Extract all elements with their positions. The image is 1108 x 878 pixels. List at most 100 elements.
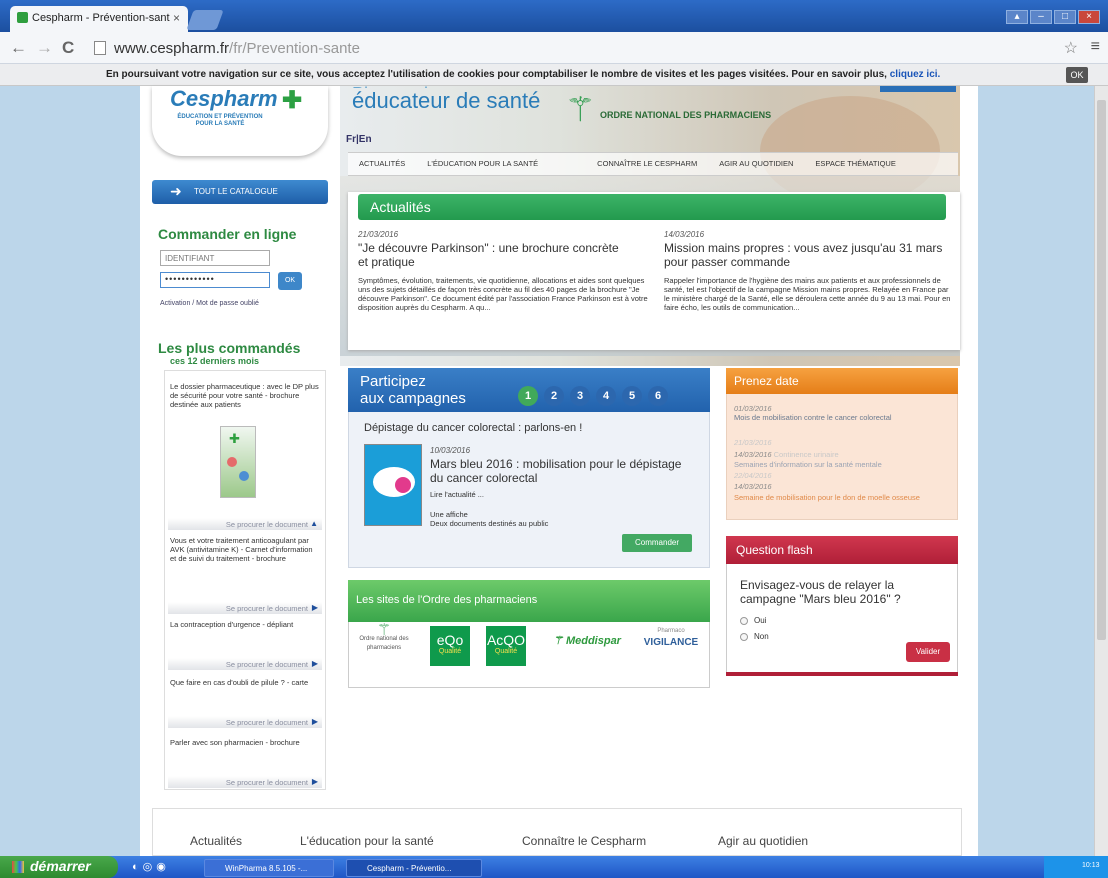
close-tab-icon[interactable]: × [173, 11, 180, 25]
start-button[interactable]: démarrer [0, 856, 118, 878]
taskbar-item-winpharma[interactable]: WinPharma 8.5.105 -... [204, 859, 334, 877]
news-date: 21/03/2016 [358, 230, 399, 239]
scrollbar-thumb[interactable] [1097, 100, 1106, 640]
quick-launch-icons[interactable]: ◐◎◉ [132, 860, 170, 873]
list-item[interactable]: Que faire en cas d'oubli de pilule ? - c… [170, 678, 320, 687]
logo-subtitle: ÉDUCATION ET PRÉVENTION POUR LA SANTÉ [177, 114, 263, 127]
footer-link-connaitre[interactable]: Connaître le Cespharm [522, 834, 718, 848]
campaign-read-link[interactable]: Lire l'actualité ... [430, 490, 484, 499]
events-title: Prenez date [726, 368, 958, 394]
user-icon[interactable]: ▴ [1006, 10, 1028, 24]
procure-link[interactable]: Se procurer le document ▲ [168, 518, 322, 530]
campaign-poster[interactable] [364, 444, 422, 526]
caduceus-icon: ⚚ [553, 635, 563, 647]
event-text[interactable]: Semaines d'information sur la santé ment… [734, 460, 950, 469]
hero-title-main: éducateur de santé [352, 88, 541, 113]
eqo-site-logo[interactable]: eQo Qualité [430, 626, 470, 666]
list-item[interactable]: Le dossier pharmaceutique : avec le DP p… [170, 382, 320, 409]
identifiant-input[interactable] [160, 250, 270, 266]
news-summary: Rappeler l'importance de l'hygiène des m… [664, 276, 951, 312]
language-switch[interactable]: Fr|En [346, 134, 372, 145]
list-item[interactable]: Parler avec son pharmacien - brochure [170, 738, 320, 747]
news-headline[interactable]: Mission mains propres : vous avez jusqu'… [664, 241, 950, 269]
footer-link-agir[interactable]: Agir au quotidien [718, 834, 808, 848]
chevron-right-icon: ▶ [311, 717, 318, 726]
event-date: 14/03/2016 Continence urinaire [734, 450, 839, 459]
login-ok-button[interactable]: OK [278, 272, 302, 290]
hero-title: Pharmacien éducateur de santé [352, 84, 572, 114]
event-text[interactable]: Semaine de mobilisation pour le don de m… [734, 493, 950, 502]
campaign-pager: 1 2 3 4 5 6 [518, 386, 668, 406]
cookie-link[interactable]: cliquez ici. [890, 69, 941, 80]
campaign-page-3[interactable]: 3 [570, 386, 590, 406]
event-date: 01/03/2016 [734, 404, 772, 413]
procure-link[interactable]: Se procurer le document ▶ [168, 658, 322, 670]
submit-button[interactable]: Valider [906, 642, 950, 662]
menu-icon[interactable]: ≡ [1091, 38, 1100, 56]
procure-link[interactable]: Se procurer le document ▶ [168, 776, 322, 788]
sites-title: Les sites de l'Ordre des pharmaciens [348, 580, 710, 622]
catalog-button[interactable]: ➜ TOUT LE CATALOGUE [152, 180, 328, 204]
cookie-ok-button[interactable]: OK [1066, 67, 1088, 83]
reload-icon[interactable]: C [62, 38, 74, 58]
vigilance-site-logo[interactable]: Pharmaco VIGILANCE [636, 626, 706, 648]
procure-link[interactable]: Se procurer le document ▶ [168, 716, 322, 728]
option-oui[interactable]: Oui [740, 616, 766, 625]
bookmark-star-icon[interactable]: ☆ [1064, 38, 1078, 58]
list-item[interactable]: Vous et votre traitement anticoagulant p… [170, 536, 320, 563]
procure-link[interactable]: Se procurer le document ▶ [168, 602, 322, 614]
event-text[interactable]: Mois de mobilisation contre le cancer co… [734, 413, 950, 422]
campaign-desc: Une affiche [430, 510, 468, 519]
window-controls: ▴ – □ × [1006, 10, 1100, 24]
list-item[interactable]: La contraception d'urgence - dépliant [170, 620, 320, 629]
acqo-site-logo[interactable]: AcQO Qualité [486, 626, 526, 666]
back-arrow-icon[interactable]: ← [10, 38, 27, 58]
top-accent-bar [880, 86, 956, 92]
event-date: 14/03/2016 [734, 482, 772, 491]
close-window-button[interactable]: × [1078, 10, 1100, 24]
address-bar[interactable]: www.cespharm.fr/fr/Prevention-sante [92, 36, 1050, 60]
arrow-icon: ➜ [170, 183, 182, 199]
minimize-button[interactable]: – [1030, 10, 1052, 24]
brochure-thumbnail[interactable]: ✚ [220, 426, 256, 498]
browser-tab[interactable]: Cespharm - Prévention-sant × [10, 6, 188, 32]
taskbar-item-browser[interactable]: Cespharm - Préventio... [346, 859, 482, 877]
order-title: Commander en ligne [158, 226, 297, 242]
option-non[interactable]: Non [740, 632, 769, 641]
campaign-page-4[interactable]: 4 [596, 386, 616, 406]
footer-link-education[interactable]: L'éducation pour la santé [300, 834, 522, 848]
cespharm-logo[interactable]: Cespharm ✚ ÉDUCATION ET PRÉVENTION POUR … [152, 86, 328, 156]
meddispar-site-logo[interactable]: ⚚ Meddispar [544, 634, 630, 647]
onp-label: ORDRE NATIONAL DES PHARMACIENS [600, 110, 772, 120]
campaign-page-6[interactable]: 6 [648, 386, 668, 406]
nav-item-actualites[interactable]: ACTUALITÉS [348, 153, 416, 175]
cross-icon: ✚ [229, 431, 240, 446]
campaign-page-5[interactable]: 5 [622, 386, 642, 406]
nav-item-espace[interactable]: ESPACE THÉMATIQUE [804, 153, 906, 175]
order-campaign-button[interactable]: Commander [622, 534, 692, 552]
campaign-page-2[interactable]: 2 [544, 386, 564, 406]
cookie-banner: En poursuivant votre navigation sur ce s… [0, 64, 1108, 86]
url-path: /fr/Prevention-sante [229, 40, 360, 57]
radio-button [740, 632, 748, 641]
activation-link[interactable]: Activation / Mot de passe oublié [160, 300, 259, 307]
chevron-right-icon: ▶ [311, 659, 318, 668]
campaign-date: 10/03/2016 [430, 446, 471, 455]
footer-link-actualites[interactable]: Actualités [190, 834, 300, 848]
maximize-button[interactable]: □ [1054, 10, 1076, 24]
news-title[interactable]: Actualités [358, 194, 946, 220]
news-date: 14/03/2016 [664, 230, 705, 239]
url-host: www.cespharm.fr [114, 40, 230, 57]
password-input[interactable]: •••••••••••• [160, 272, 270, 288]
campaign-headline[interactable]: Dépistage du cancer colorectal : parlons… [364, 422, 582, 434]
most-ordered-title: Les plus commandés [158, 340, 301, 356]
campaign-item-title[interactable]: Mars bleu 2016 : mobilisation pour le dé… [430, 457, 690, 485]
nav-item-connaitre[interactable]: CONNAÎTRE LE CESPHARM [586, 153, 708, 175]
cross-icon: ✚ [282, 87, 303, 114]
forward-arrow-icon[interactable]: → [36, 38, 53, 58]
nav-item-education[interactable]: L'ÉDUCATION POUR LA SANTÉ [416, 153, 586, 175]
nav-item-agir[interactable]: AGIR AU QUOTIDIEN [708, 153, 804, 175]
onp-site-logo[interactable]: ⚚ Ordre national des pharmaciens [358, 623, 410, 653]
campaign-page-1[interactable]: 1 [518, 386, 538, 406]
news-headline[interactable]: "Je découvre Parkinson" : une brochure c… [358, 241, 628, 269]
